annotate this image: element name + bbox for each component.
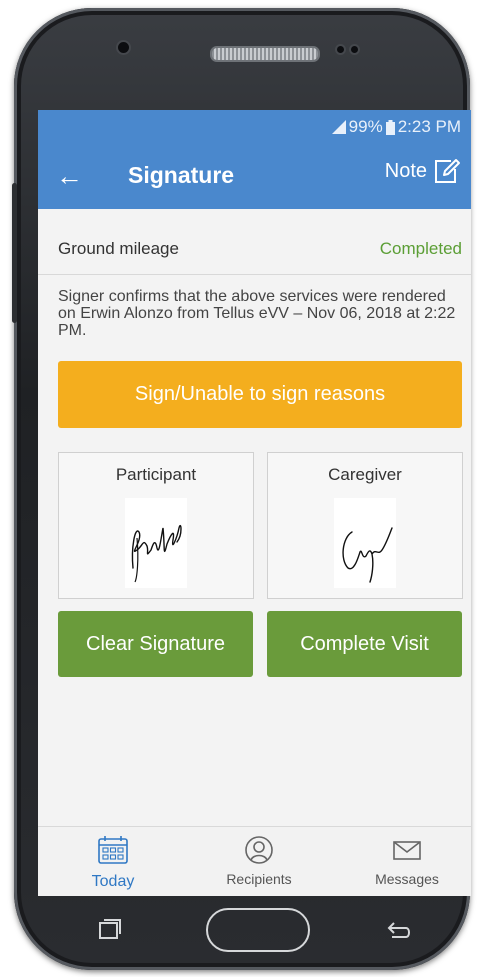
participant-label: Participant [115, 465, 197, 484]
caregiver-signature-drawing [342, 527, 393, 583]
nav-label-recipients: Recipients [226, 871, 292, 887]
bottom-navigation: Today Recipients Messages [38, 826, 471, 896]
calendar-icon [98, 836, 128, 864]
system-navigation-bar [38, 896, 471, 956]
earpiece-speaker [210, 46, 320, 62]
service-name: Ground mileage [58, 239, 179, 258]
note-button[interactable]: Note [385, 158, 461, 184]
back-icon[interactable] [386, 920, 412, 940]
nav-label-today: Today [91, 873, 135, 890]
status-bar: 99% 2:23 PM [38, 110, 471, 144]
proximity-sensor [337, 46, 344, 53]
page-title: Signature [128, 162, 235, 188]
nav-label-messages: Messages [375, 871, 439, 887]
home-button[interactable] [206, 908, 310, 952]
edit-note-icon [435, 159, 460, 183]
front-camera [118, 42, 129, 53]
sign-reasons-button[interactable]: Sign/Unable to sign reasons [58, 361, 462, 428]
nav-item-recipients[interactable]: Recipients [204, 835, 314, 887]
light-sensor [351, 46, 358, 53]
caregiver-signature-box[interactable]: Caregiver [267, 452, 463, 599]
envelope-icon [393, 841, 421, 860]
signal-icon [331, 120, 346, 134]
user-circle-icon [245, 836, 273, 864]
divider [38, 274, 471, 275]
participant-signature-image [125, 498, 187, 588]
nav-item-messages[interactable]: Messages [352, 835, 462, 887]
nav-item-today[interactable]: Today [58, 835, 168, 891]
clock: 2:23 PM [397, 117, 461, 136]
back-arrow-icon[interactable]: ← [56, 161, 83, 191]
volume-button [12, 183, 17, 323]
participant-signature-box[interactable]: Participant [58, 452, 254, 599]
app-bar: ← Signature Note [38, 144, 471, 209]
service-status-badge: Completed [379, 239, 462, 258]
note-label: Note [384, 159, 427, 182]
app-screen: 99% 2:23 PM ← Signature Note Ground mile… [38, 110, 471, 896]
service-row: Ground mileage Completed [58, 239, 462, 265]
caregiver-label: Caregiver [328, 465, 402, 484]
complete-visit-button[interactable]: Complete Visit [267, 611, 462, 677]
battery-percent: 99% [348, 117, 383, 136]
confirmation-text: Signer confirms that the above services … [58, 288, 456, 339]
clear-signature-button[interactable]: Clear Signature [58, 611, 253, 677]
recent-apps-icon[interactable] [98, 918, 122, 940]
battery-icon [385, 119, 395, 135]
participant-signature-drawing [131, 524, 182, 583]
caregiver-signature-image [334, 498, 396, 588]
